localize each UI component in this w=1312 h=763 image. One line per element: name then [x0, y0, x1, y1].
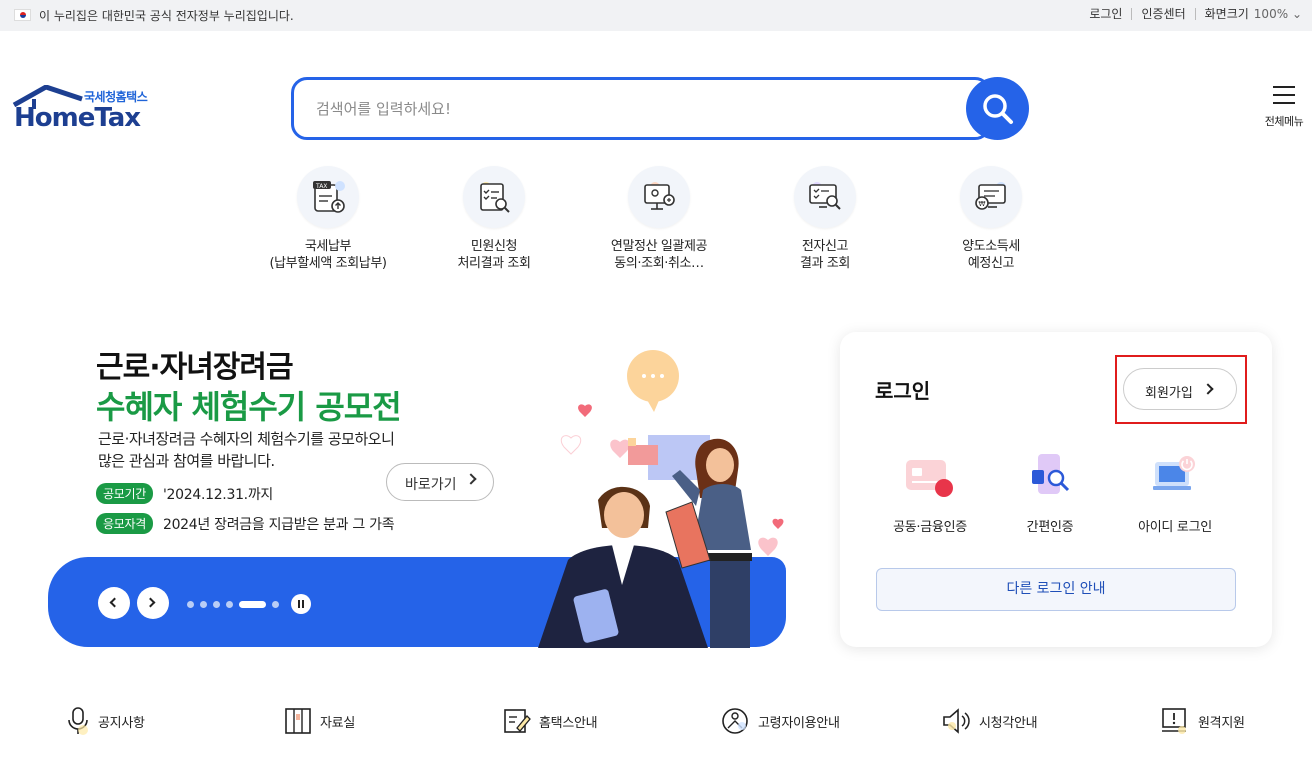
bottom-link-label: 공지사항: [98, 715, 145, 731]
bottom-link-label: 홈택스안내: [539, 715, 598, 731]
quick-menu-year-end-settlement[interactable]: 연말정산 일괄제공동의·조회·취소…: [579, 166, 739, 272]
login-option-simple[interactable]: 간편인증: [1010, 450, 1090, 535]
search-button[interactable]: [966, 77, 1029, 140]
banner-period-row: 공모기간 '2024.12.31.까지: [96, 483, 273, 504]
pagination-dot-active[interactable]: [239, 601, 266, 608]
pause-icon[interactable]: [291, 594, 311, 614]
banner-desc-line: 많은 관심과 참여를 바랍니다.: [98, 452, 275, 470]
bottom-link-label: 고령자이용안내: [758, 715, 840, 731]
banner-title: 근로·자녀장려금: [96, 350, 294, 385]
remote-support-icon: [1162, 708, 1186, 734]
logo-wordmark: HomeTax: [14, 103, 141, 133]
all-menu-button[interactable]: 전체메뉴: [1262, 86, 1306, 129]
banner-description: 근로·자녀장려금 수혜자의 체험수기를 공모하오니 많은 관심과 참여를 바랍니…: [98, 428, 395, 472]
certificate-center-link[interactable]: 인증센터: [1131, 8, 1194, 20]
chevron-right-icon: [465, 473, 477, 485]
bottom-link-guide[interactable]: 홈택스안내: [503, 706, 598, 736]
hamburger-icon: [1273, 86, 1295, 104]
search-input[interactable]: [316, 96, 936, 122]
other-login-guide-button[interactable]: 다른 로그인 안내: [876, 568, 1236, 611]
eligibility-tag: 응모자격: [96, 513, 153, 534]
quick-menu-label: 민원신청: [470, 239, 518, 254]
banner-desc-line: 근로·자녀장려금 수혜자의 체험수기를 공모하오니: [98, 430, 395, 448]
zoom-value: 100%: [1253, 7, 1289, 21]
pagination-dot[interactable]: [272, 601, 279, 608]
all-menu-label: 전체메뉴: [1264, 115, 1304, 128]
pagination-dot[interactable]: [213, 601, 220, 608]
quick-menu-label: 연말정산 일괄제공: [610, 239, 708, 254]
quick-menu-label: 전자신고: [801, 239, 849, 254]
civil-request-icon: [463, 166, 525, 228]
quick-menu-sublabel: 처리결과 조회: [457, 256, 531, 271]
korea-flag-icon: [14, 9, 31, 21]
bottom-link-label: 원격지원: [1198, 715, 1245, 731]
guide-icon: [504, 709, 531, 733]
banner-go-label: 바로가기: [405, 477, 457, 493]
login-option-label: 공동·금융인증: [893, 520, 967, 535]
login-option-label: 간편인증: [1026, 520, 1074, 535]
pagination-dot[interactable]: [200, 601, 207, 608]
chevron-down-icon: ⌄: [1291, 7, 1302, 21]
quick-menu-label: 양도소득세: [962, 239, 1020, 254]
e-filing-result-icon: [794, 166, 856, 228]
utility-links: 로그인 인증센터 화면크기 100% ⌄: [1080, 7, 1302, 21]
bottom-link-archive[interactable]: 자료실: [284, 706, 355, 736]
banner-pagination: [187, 601, 285, 608]
bottom-link-senior[interactable]: 고령자이용안내: [720, 706, 840, 736]
quick-menu-sublabel: 예정신고: [967, 256, 1015, 271]
search-icon: [983, 94, 1013, 124]
quick-menu-sublabel: 동의·조회·취소…: [614, 256, 704, 271]
promo-banner[interactable]: 근로·자녀장려금 수혜자 체험수기 공모전 근로·자녀장려금 수혜자의 체험수기…: [48, 330, 788, 648]
bottom-link-label: 시청각안내: [979, 715, 1038, 731]
login-option-label: 아이디 로그인: [1138, 520, 1212, 535]
tax-payment-icon: TAX: [297, 166, 359, 228]
archive-icon: [285, 708, 311, 734]
microphone-icon: [68, 707, 88, 735]
capital-gains-tax-icon: ₩: [960, 166, 1022, 228]
hometax-logo[interactable]: 국세청홈택스 HomeTax: [12, 85, 162, 133]
svg-text:₩: ₩: [979, 200, 986, 208]
login-title: 로그인: [875, 379, 931, 403]
quick-menu-sublabel: 결과 조회: [800, 256, 850, 271]
bottom-link-remote-support[interactable]: 원격지원: [1160, 706, 1245, 736]
pagination-dot[interactable]: [187, 601, 194, 608]
senior-icon: [722, 708, 748, 734]
banner-illustration: [538, 350, 784, 648]
quick-menu-capital-gains-tax[interactable]: ₩ 양도소득세예정신고: [911, 166, 1071, 272]
bottom-link-notice[interactable]: 공지사항: [66, 706, 145, 736]
quick-menu-label: 국세납부: [304, 239, 352, 254]
svg-text:TAX: TAX: [315, 183, 327, 190]
eligibility-value: 2024년 장려금을 지급받은 분과 그 가족: [162, 516, 395, 533]
search-box: [291, 77, 991, 140]
simple-auth-phone-icon: [1020, 450, 1080, 506]
id-login-monitor-icon: [1145, 450, 1205, 506]
period-tag: 공모기간: [96, 483, 153, 504]
highlight-box: [1115, 355, 1247, 424]
login-link[interactable]: 로그인: [1080, 8, 1131, 20]
quick-menu-e-filing-result[interactable]: 전자신고결과 조회: [745, 166, 905, 272]
certificate-card-icon: [900, 450, 960, 506]
banner-prev-button[interactable]: [98, 587, 130, 619]
bottom-link-label: 자료실: [320, 715, 355, 731]
banner-next-button[interactable]: [137, 587, 169, 619]
bottom-link-audio-visual[interactable]: 시청각안내: [941, 706, 1038, 736]
gov-notice-bar: 이 누리집은 대한민국 공식 전자정부 누리집입니다. 로그인 인증센터 화면크…: [0, 0, 1312, 31]
chevron-right-icon: [145, 597, 156, 608]
year-end-settlement-icon: [628, 166, 690, 228]
gov-notice-text[interactable]: 이 누리집은 대한민국 공식 전자정부 누리집입니다.: [39, 7, 294, 24]
period-value: '2024.12.31.까지: [162, 486, 273, 503]
login-option-id[interactable]: 아이디 로그인: [1125, 450, 1225, 535]
screen-size-label: 화면크기: [1194, 8, 1258, 20]
audio-visual-icon: [943, 708, 970, 734]
banner-eligibility-row: 응모자격 2024년 장려금을 지급받은 분과 그 가족: [96, 513, 395, 534]
quick-menu-tax-payment[interactable]: TAX 국세납부 (납부할세액 조회납부): [248, 166, 408, 272]
quick-menu-civil-request[interactable]: 민원신청처리결과 조회: [414, 166, 574, 272]
pagination-dot[interactable]: [226, 601, 233, 608]
chevron-left-icon: [109, 597, 120, 608]
banner-title-highlight: 수혜자 체험수기 공모전: [96, 388, 402, 426]
quick-menu-sublabel: (납부할세액 조회납부): [269, 256, 387, 271]
login-option-certificate[interactable]: 공동·금융인증: [890, 450, 970, 535]
zoom-select[interactable]: 100% ⌄: [1254, 7, 1302, 21]
